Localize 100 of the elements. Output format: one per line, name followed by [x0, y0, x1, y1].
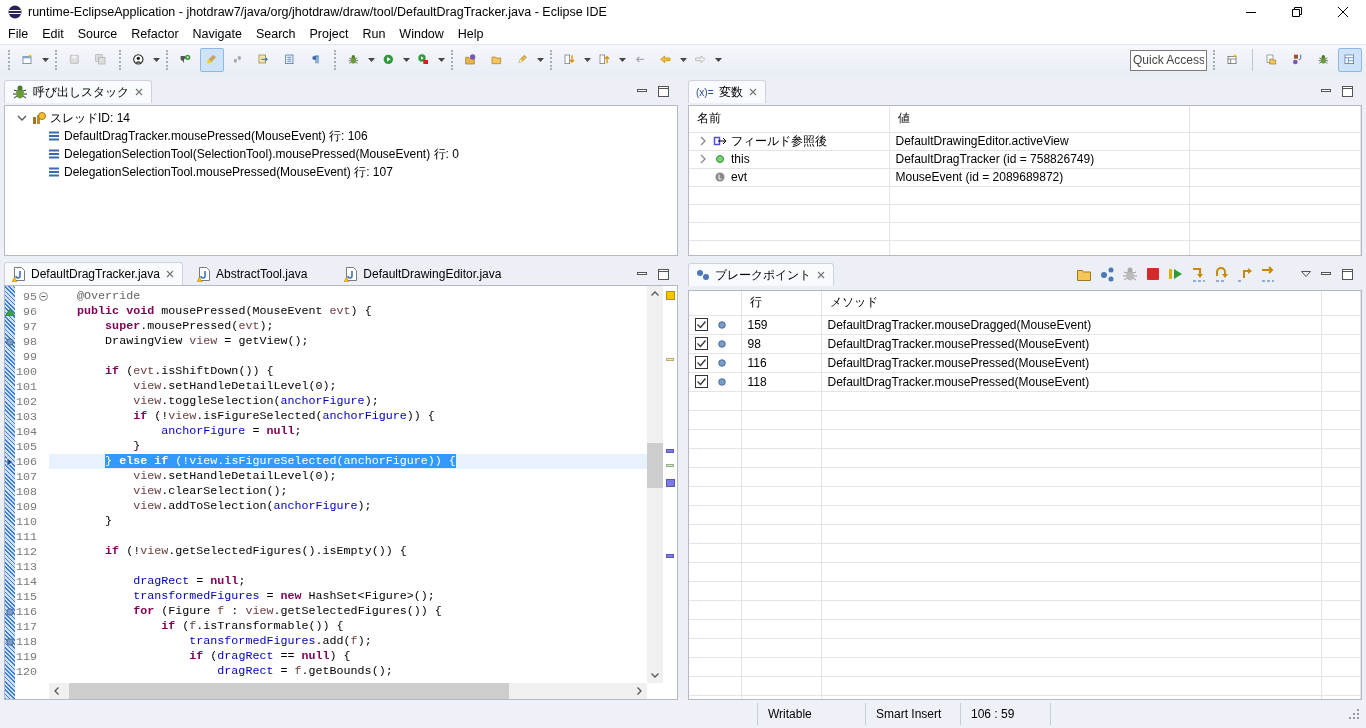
- code-line: view.clearSelection();: [132, 484, 289, 499]
- code-line: view.addToSelection(anchorFigure);: [132, 499, 373, 514]
- code-line: if (!view.getSelectedFigures().isEmpty()) {: [104, 544, 408, 559]
- scroll-thumb[interactable]: [69, 683, 509, 699]
- table-cell: 116: [741, 353, 821, 372]
- table-cell: 118: [741, 372, 821, 391]
- fold-minus-icon[interactable]: [38, 292, 48, 301]
- bug-icon[interactable]: [1122, 266, 1138, 282]
- code-line: if (!view.isFigureSelected(anchorFigure)) {: [132, 409, 436, 424]
- view-menu-icon[interactable]: [1300, 268, 1312, 280]
- resize-grip-icon[interactable]: [1348, 708, 1360, 720]
- menu-item[interactable]: Window: [392, 27, 451, 41]
- view-tab[interactable]: 呼び出しスタック: [4, 80, 152, 103]
- maximize-icon[interactable]: [656, 266, 670, 281]
- view-tab[interactable]: ブレークポイント: [688, 263, 834, 286]
- status-field: 106 : 59: [960, 703, 1050, 725]
- maximize-icon[interactable]: [656, 84, 670, 98]
- variable-name[interactable]: this: [731, 152, 750, 166]
- checkbox-checked[interactable]: [695, 375, 708, 388]
- code-line: anchorFigure = null;: [160, 424, 303, 439]
- step-over-icon[interactable]: [1214, 266, 1230, 282]
- status-field: Smart Insert: [865, 703, 960, 725]
- line-number: 119: [15, 649, 37, 664]
- resume-icon[interactable]: [1168, 266, 1184, 282]
- line-number: 115: [15, 589, 37, 604]
- breakpoint-icon[interactable]: [6, 637, 14, 646]
- code-line: @Override: [76, 289, 142, 304]
- variable-name[interactable]: evt: [731, 170, 747, 184]
- menu-item[interactable]: Source: [70, 27, 125, 41]
- line-number: 116: [15, 604, 37, 619]
- line-number: 101: [15, 379, 37, 394]
- stack-frame-icon: [48, 148, 60, 160]
- line-number: 118: [15, 634, 37, 649]
- menu-item[interactable]: Refactor: [124, 27, 186, 41]
- breakpoint-icon: [718, 339, 726, 348]
- line-number: 98: [21, 334, 37, 349]
- column-header[interactable]: 名前: [689, 106, 889, 132]
- stack-frame-item[interactable]: DefaultDragTracker.mousePressed(MouseEvent) 行: 106: [64, 127, 368, 145]
- menu-item[interactable]: Edit: [35, 27, 71, 41]
- breakpoint-icon[interactable]: [6, 337, 14, 346]
- view-tab[interactable]: (x)= 変数: [688, 80, 766, 103]
- table-cell: DefaultDragTracker.mousePressed(MouseEvent): [821, 353, 1321, 372]
- menu-item[interactable]: Help: [450, 27, 491, 41]
- maximize-icon[interactable]: [1340, 267, 1354, 281]
- line-number: 103: [15, 409, 37, 424]
- code-line: }: [104, 514, 114, 529]
- local-variable-icon: [715, 172, 725, 182]
- stop-icon[interactable]: [1145, 266, 1161, 282]
- view-tab[interactable]: AbstractTool.java: [188, 262, 331, 285]
- java-file-icon: [344, 266, 359, 282]
- code-line: dragRect = null;: [132, 574, 247, 589]
- scroll-thumb[interactable]: [647, 443, 663, 488]
- checkbox-checked[interactable]: [695, 337, 708, 350]
- thread-item[interactable]: スレッドID: 14: [50, 109, 130, 127]
- vertical-scrollbar[interactable]: [647, 286, 663, 683]
- menu-item[interactable]: Navigate: [185, 27, 249, 41]
- line-number: 100: [15, 364, 37, 379]
- line-number: 113: [15, 559, 37, 574]
- step-filter-icon[interactable]: [1260, 266, 1276, 282]
- checkbox-checked[interactable]: [695, 318, 708, 331]
- code-line: view.setHandleDetailLevel(0);: [132, 469, 338, 484]
- view-tab[interactable]: DefaultDrawingEditor.java: [336, 262, 525, 285]
- line-number: 109: [15, 499, 37, 514]
- column-header[interactable]: 値: [889, 106, 1189, 132]
- menu-item[interactable]: Run: [355, 27, 393, 41]
- maximize-icon[interactable]: [1340, 84, 1354, 98]
- line-number: 112: [15, 544, 37, 559]
- variables-symbol: (x)=: [696, 86, 714, 98]
- code-line: if (evt.isShiftDown()) {: [104, 364, 275, 379]
- close-icon[interactable]: [1338, 7, 1348, 17]
- step-return-icon[interactable]: [1237, 266, 1253, 282]
- table-cell: DefaultDragTracker.mouseDragged(MouseEvent): [821, 315, 1321, 334]
- menu-item[interactable]: Search: [248, 27, 303, 41]
- table-cell: DefaultDragTracker.mousePressed(MouseEvent): [821, 334, 1321, 353]
- breakpoint-icon[interactable]: [6, 607, 14, 616]
- code-line: dragRect = f.getBounds();: [216, 664, 394, 679]
- variable-name[interactable]: フィールド参照後: [731, 132, 827, 149]
- restore-icon[interactable]: [1292, 7, 1302, 17]
- table-cell: DefaultDrawingEditor.activeView: [889, 132, 1189, 150]
- layout-perspective-icon[interactable]: [1338, 48, 1362, 72]
- column-header[interactable]: 行: [741, 291, 821, 315]
- thread-icon: [32, 111, 46, 125]
- stack-frame-icon: [48, 130, 60, 142]
- stack-frame-item[interactable]: DelegationSelectionTool(SelectionTool).mousePressed(MouseEvent) 行: 0: [64, 145, 459, 163]
- breakpoint-icon: [718, 377, 726, 386]
- line-number: 106: [15, 454, 37, 469]
- code-line: super.mousePressed(evt);: [104, 319, 275, 334]
- stack-frame-item[interactable]: DelegationSelectionTool.mousePressed(MouseEvent) 行: 107: [64, 163, 393, 181]
- checkbox-checked[interactable]: [695, 356, 708, 369]
- quick-access-field[interactable]: Quick Access: [1130, 49, 1207, 71]
- menu-item[interactable]: Project: [302, 27, 356, 41]
- window-title: runtime-EclipseApplication - jhotdraw7/java/org/jhotdraw/draw/tool/DefaultDragTracker.java - Eclipse IDE: [28, 5, 607, 19]
- view-tab[interactable]: DefaultDragTracker.java: [4, 262, 183, 285]
- step-into-icon[interactable]: [1191, 266, 1207, 282]
- horizontal-scrollbar[interactable]: [49, 683, 647, 699]
- linked-circles-icon[interactable]: [1099, 266, 1115, 282]
- line-number: 107: [15, 469, 37, 484]
- menu-item[interactable]: File: [1, 27, 36, 41]
- code-line: transformedFigures = new HashSet<Figure>();: [132, 589, 436, 604]
- column-header[interactable]: メソッド: [821, 291, 1321, 315]
